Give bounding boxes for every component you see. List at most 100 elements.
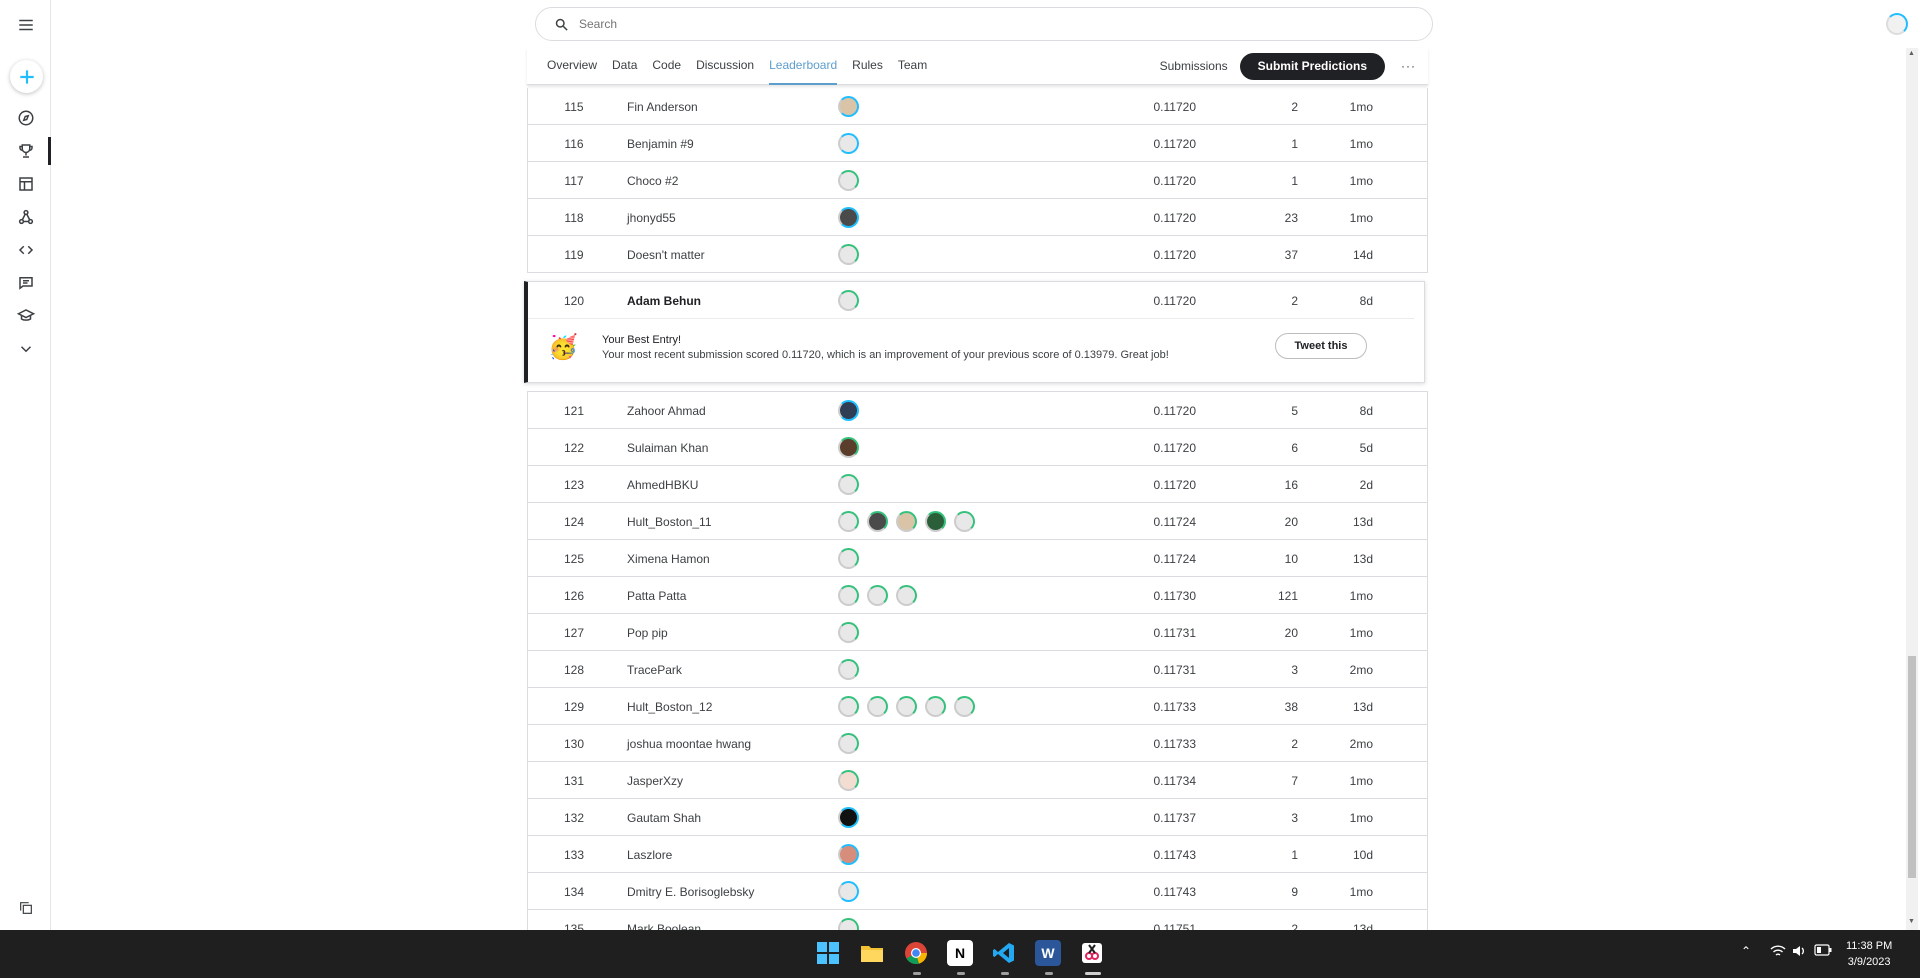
tab-data[interactable]: Data bbox=[612, 48, 637, 85]
team-name[interactable]: JasperXzy bbox=[627, 774, 683, 788]
team-name[interactable]: Adam Behun bbox=[627, 294, 701, 308]
scroll-up-arrow-icon[interactable]: ▲ bbox=[1908, 50, 1915, 57]
snipping-tool-icon[interactable] bbox=[1079, 940, 1105, 966]
member-avatar[interactable] bbox=[838, 548, 859, 569]
member-avatar[interactable] bbox=[838, 133, 859, 154]
table-row[interactable]: 129 Hult_Boston_12 0.11733 38 13d bbox=[527, 688, 1428, 725]
tab-rules[interactable]: Rules bbox=[852, 48, 883, 85]
submissions-link[interactable]: Submissions bbox=[1160, 59, 1228, 73]
tab-team[interactable]: Team bbox=[898, 48, 927, 85]
member-avatar[interactable] bbox=[838, 96, 859, 117]
team-name[interactable]: Benjamin #9 bbox=[627, 137, 694, 151]
table-row[interactable]: 128 TracePark 0.11731 3 2mo bbox=[527, 651, 1428, 688]
member-avatar[interactable] bbox=[838, 659, 859, 680]
search-bar[interactable] bbox=[535, 7, 1433, 41]
table-row[interactable]: 126 Patta Patta 0.11730 121 1mo bbox=[527, 577, 1428, 614]
table-row[interactable]: 130 joshua moontae hwang 0.11733 2 2mo bbox=[527, 725, 1428, 762]
table-icon[interactable] bbox=[14, 172, 38, 196]
chrome-icon[interactable] bbox=[903, 940, 929, 966]
notion-icon[interactable]: N bbox=[947, 940, 973, 966]
team-name[interactable]: Laszlore bbox=[627, 848, 672, 862]
team-name[interactable]: Ximena Hamon bbox=[627, 552, 710, 566]
member-avatar[interactable] bbox=[838, 244, 859, 265]
show-hidden-icons-chevron-icon[interactable]: ⌃ bbox=[1741, 944, 1751, 958]
team-name[interactable]: Pop pip bbox=[627, 626, 668, 640]
wifi-icon[interactable] bbox=[1770, 944, 1786, 961]
team-name[interactable]: joshua moontae hwang bbox=[627, 737, 751, 751]
member-avatar[interactable] bbox=[838, 400, 859, 421]
member-avatar[interactable] bbox=[838, 170, 859, 191]
member-avatar[interactable] bbox=[867, 585, 888, 606]
table-row[interactable]: 124 Hult_Boston_11 0.11724 20 13d bbox=[527, 503, 1428, 540]
submit-predictions-button[interactable]: Submit Predictions bbox=[1239, 52, 1385, 80]
copy-icon[interactable] bbox=[18, 900, 34, 921]
system-clock[interactable]: 11:38 PM 3/9/2023 bbox=[1846, 938, 1892, 970]
table-row[interactable]: 134 Dmitry E. Borisoglebsky 0.11743 9 1mo bbox=[527, 873, 1428, 910]
battery-icon[interactable] bbox=[1814, 944, 1832, 959]
code-icon[interactable] bbox=[14, 238, 38, 262]
table-row[interactable]: 132 Gautam Shah 0.11737 3 1mo bbox=[527, 799, 1428, 836]
team-name[interactable]: Hult_Boston_12 bbox=[627, 700, 712, 714]
member-avatar[interactable] bbox=[838, 770, 859, 791]
member-avatar[interactable] bbox=[838, 585, 859, 606]
team-name[interactable]: Dmitry E. Borisoglebsky bbox=[627, 885, 754, 899]
menu-icon[interactable] bbox=[14, 13, 38, 37]
table-row[interactable]: 119 Doesn't matter 0.11720 37 14d bbox=[527, 236, 1428, 273]
learn-icon[interactable] bbox=[14, 304, 38, 328]
team-name[interactable]: Sulaiman Khan bbox=[627, 441, 708, 455]
table-row[interactable]: 125 Ximena Hamon 0.11724 10 13d bbox=[527, 540, 1428, 577]
table-row-current-user[interactable]: 120 Adam Behun 0.11720 2 8d bbox=[528, 282, 1414, 319]
table-row[interactable]: 118 jhonyd55 0.11720 23 1mo bbox=[527, 199, 1428, 236]
tab-leaderboard[interactable]: Leaderboard bbox=[769, 48, 838, 85]
tab-discussion[interactable]: Discussion bbox=[696, 48, 754, 85]
table-row[interactable]: 121 Zahoor Ahmad 0.11720 5 8d bbox=[527, 392, 1428, 429]
member-avatar[interactable] bbox=[925, 511, 946, 532]
page-scrollbar[interactable]: ▲ ▼ bbox=[1906, 48, 1918, 930]
member-avatar[interactable] bbox=[867, 511, 888, 532]
tab-overview[interactable]: Overview bbox=[547, 48, 597, 85]
discussion-icon[interactable] bbox=[14, 271, 38, 295]
team-name[interactable]: AhmedHBKU bbox=[627, 478, 698, 492]
scroll-down-arrow-icon[interactable]: ▼ bbox=[1908, 918, 1915, 925]
member-avatar[interactable] bbox=[838, 290, 859, 311]
scroll-thumb[interactable] bbox=[1908, 656, 1916, 878]
team-name[interactable]: Choco #2 bbox=[627, 174, 678, 188]
table-row[interactable]: 131 JasperXzy 0.11734 7 1mo bbox=[527, 762, 1428, 799]
team-name[interactable]: jhonyd55 bbox=[627, 211, 676, 225]
vscode-icon[interactable] bbox=[991, 940, 1017, 966]
table-row[interactable]: 117 Choco #2 0.11720 1 1mo bbox=[527, 162, 1428, 199]
member-avatar[interactable] bbox=[838, 474, 859, 495]
member-avatar[interactable] bbox=[838, 807, 859, 828]
team-name[interactable]: Zahoor Ahmad bbox=[627, 404, 706, 418]
table-row[interactable]: 133 Laszlore 0.11743 1 10d bbox=[527, 836, 1428, 873]
word-icon[interactable]: W bbox=[1035, 940, 1061, 966]
member-avatar[interactable] bbox=[925, 696, 946, 717]
member-avatar[interactable] bbox=[838, 844, 859, 865]
table-row[interactable]: 122 Sulaiman Khan 0.11720 6 5d bbox=[527, 429, 1428, 466]
member-avatar[interactable] bbox=[838, 733, 859, 754]
member-avatar[interactable] bbox=[896, 696, 917, 717]
member-avatar[interactable] bbox=[867, 696, 888, 717]
member-avatar[interactable] bbox=[954, 511, 975, 532]
team-name[interactable]: Hult_Boston_11 bbox=[627, 515, 712, 529]
member-avatar[interactable] bbox=[838, 511, 859, 532]
search-input[interactable] bbox=[579, 17, 1379, 31]
file-explorer-icon[interactable] bbox=[859, 940, 885, 966]
table-row[interactable]: 127 Pop pip 0.11731 20 1mo bbox=[527, 614, 1428, 651]
models-icon[interactable] bbox=[14, 205, 38, 229]
windows-start-icon[interactable] bbox=[815, 940, 841, 966]
table-row[interactable]: 115 Fin Anderson 0.11720 2 1mo bbox=[527, 88, 1428, 125]
team-name[interactable]: Gautam Shah bbox=[627, 811, 701, 825]
tab-code[interactable]: Code bbox=[652, 48, 681, 85]
team-name[interactable]: Fin Anderson bbox=[627, 100, 698, 114]
table-row[interactable]: 116 Benjamin #9 0.11720 1 1mo bbox=[527, 125, 1428, 162]
member-avatar[interactable] bbox=[838, 207, 859, 228]
tweet-this-button[interactable]: Tweet this bbox=[1275, 333, 1367, 359]
trophy-icon[interactable] bbox=[14, 139, 38, 163]
member-avatar[interactable] bbox=[896, 585, 917, 606]
member-avatar[interactable] bbox=[838, 881, 859, 902]
volume-icon[interactable] bbox=[1792, 944, 1808, 961]
member-avatar[interactable] bbox=[838, 622, 859, 643]
member-avatar[interactable] bbox=[838, 437, 859, 458]
member-avatar[interactable] bbox=[954, 696, 975, 717]
